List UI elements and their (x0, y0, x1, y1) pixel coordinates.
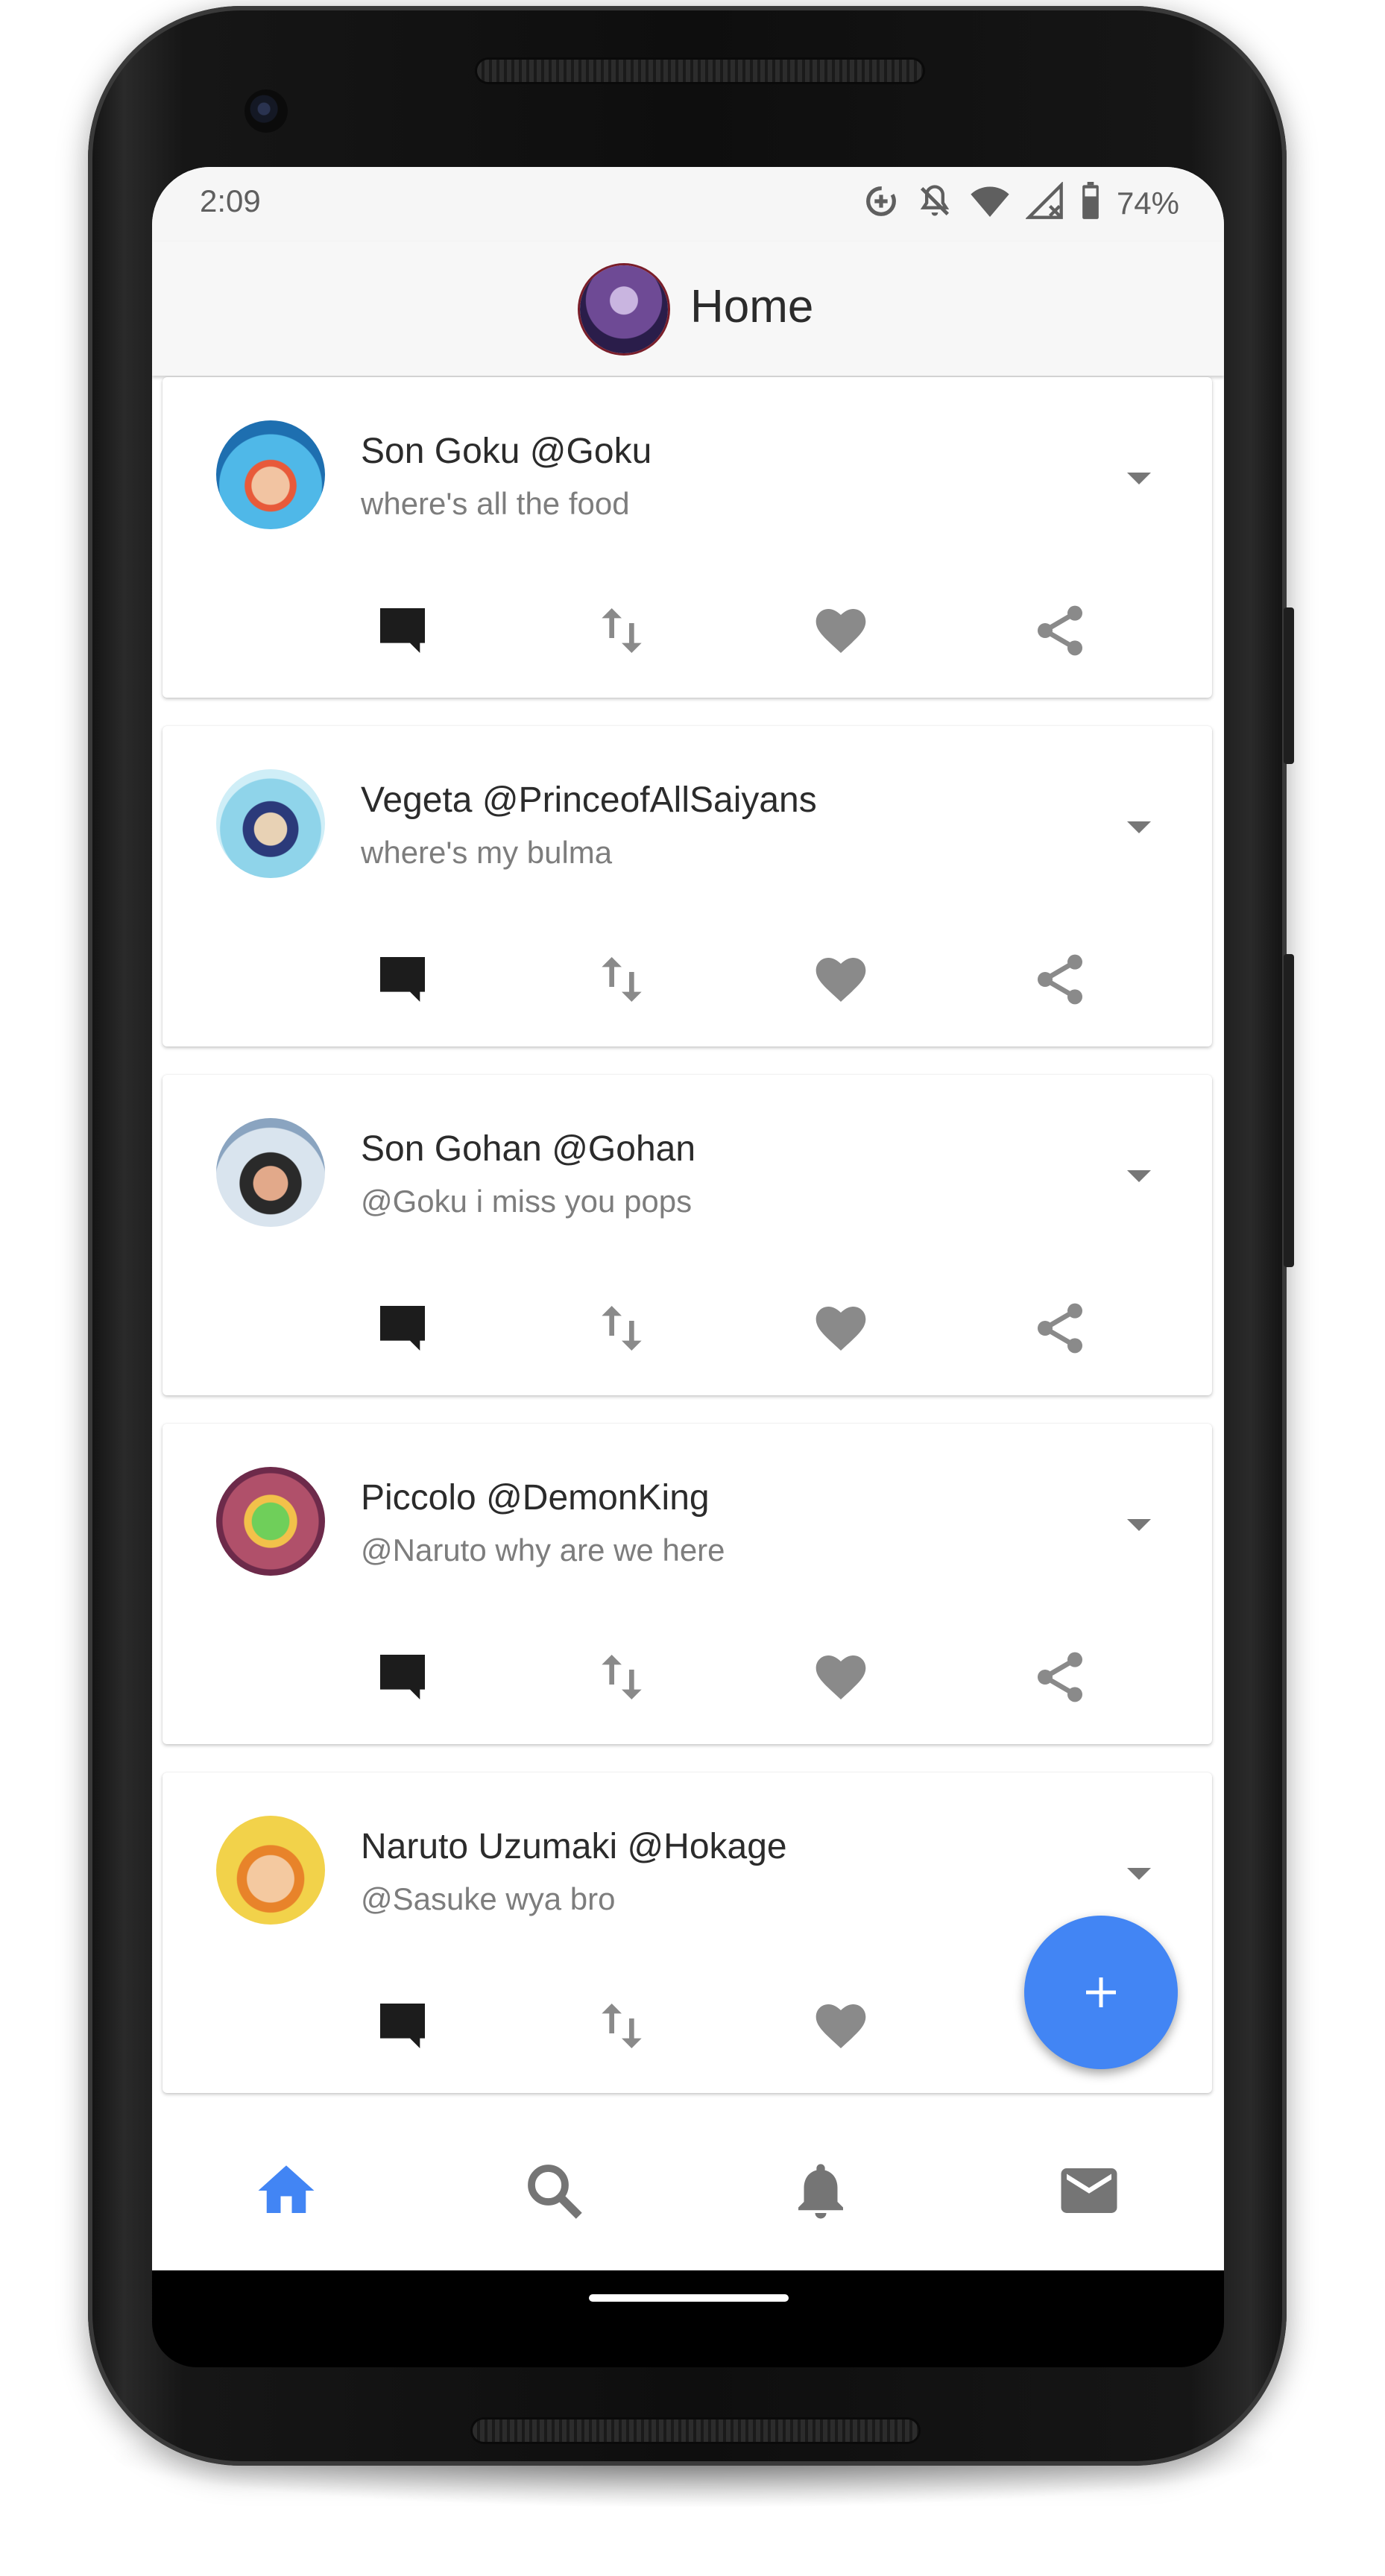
post-author: Piccolo @DemonKing (361, 1478, 710, 1518)
post-card[interactable]: Vegeta @PrinceofAllSaiyans where's my bu… (163, 726, 1212, 1046)
post-text: where's all the food (361, 486, 630, 521)
comment-icon[interactable] (373, 1298, 432, 1358)
dropdown-arrow-icon[interactable] (1124, 818, 1154, 836)
user-avatar[interactable] (580, 265, 668, 353)
comment-icon[interactable] (373, 1647, 432, 1707)
heart-icon[interactable] (811, 601, 871, 660)
naruto-avatar (216, 1816, 325, 1925)
home-icon[interactable] (253, 2157, 320, 2224)
comment-icon[interactable] (373, 1996, 432, 2056)
status-time: 2:09 (200, 183, 261, 218)
heart-icon[interactable] (811, 1647, 871, 1707)
post-text: @Naruto why are we here (361, 1532, 725, 1568)
bell-icon[interactable] (787, 2157, 854, 2224)
post-card[interactable]: Son Goku @Goku where's all the food (163, 377, 1212, 698)
post-author: Vegeta @PrinceofAllSaiyans (361, 780, 817, 820)
share-icon[interactable] (1030, 1298, 1090, 1358)
app-bar (152, 242, 1224, 376)
share-icon[interactable] (1030, 950, 1090, 1009)
comment-icon[interactable] (373, 601, 432, 660)
volume-rocker (1284, 954, 1294, 1267)
notifications-off-icon (915, 182, 954, 224)
home-gesture-pill[interactable] (589, 2294, 789, 2302)
gohan-avatar (216, 1118, 325, 1227)
screen: 2:09 74% Home Son Goku @Goku where's all… (152, 167, 1224, 2270)
page-title: Home (690, 281, 814, 332)
comment-icon[interactable] (373, 950, 432, 1009)
vegeta-avatar (216, 769, 325, 878)
retweet-icon[interactable] (592, 601, 652, 660)
post-author: Naruto Uzumaki @Hokage (361, 1827, 787, 1866)
share-icon[interactable] (1030, 601, 1090, 660)
piccolo-avatar (216, 1467, 325, 1576)
dropdown-arrow-icon[interactable] (1124, 1167, 1154, 1185)
heart-icon[interactable] (811, 1996, 871, 2056)
share-icon[interactable] (1030, 1647, 1090, 1707)
post-author: Son Gohan @Gohan (361, 1129, 696, 1169)
post-card[interactable]: Son Gohan @Gohan @Goku i miss you pops (163, 1075, 1212, 1395)
bottom-nav (152, 2114, 1224, 2270)
heart-icon[interactable] (811, 1298, 871, 1358)
post-text: where's my bulma (361, 835, 613, 870)
goku-avatar (216, 420, 325, 529)
retweet-icon[interactable] (592, 1996, 652, 2056)
battery-percentage: 74% (1116, 185, 1179, 221)
system-nav-bar (152, 2270, 1224, 2367)
data-saver-icon (862, 182, 900, 224)
battery-icon (1079, 182, 1102, 224)
post-author: Son Goku @Goku (361, 432, 652, 471)
plus-icon (1086, 1977, 1116, 2007)
retweet-icon[interactable] (592, 950, 652, 1009)
retweet-icon[interactable] (592, 1647, 652, 1707)
heart-icon[interactable] (811, 950, 871, 1009)
power-button (1284, 607, 1294, 764)
search-icon[interactable] (520, 2157, 587, 2224)
top-speaker (477, 60, 923, 82)
retweet-icon[interactable] (592, 1298, 652, 1358)
mail-icon[interactable] (1056, 2157, 1123, 2224)
post-text: @Sasuke wya bro (361, 1881, 616, 1916)
dropdown-arrow-icon[interactable] (1124, 1865, 1154, 1883)
wifi-icon (969, 182, 1011, 224)
post-text: @Goku i miss you pops (361, 1184, 692, 1219)
signal-icon (1025, 181, 1064, 224)
dropdown-arrow-icon[interactable] (1124, 1516, 1154, 1534)
dropdown-arrow-icon[interactable] (1124, 470, 1154, 487)
status-bar: 2:09 74% (152, 167, 1224, 242)
post-card[interactable]: Piccolo @DemonKing @Naruto why are we he… (163, 1424, 1212, 1744)
compose-fab[interactable] (1024, 1916, 1178, 2069)
status-icons: 74% (862, 181, 1179, 224)
front-camera (244, 89, 288, 133)
bottom-speaker (473, 2419, 918, 2442)
